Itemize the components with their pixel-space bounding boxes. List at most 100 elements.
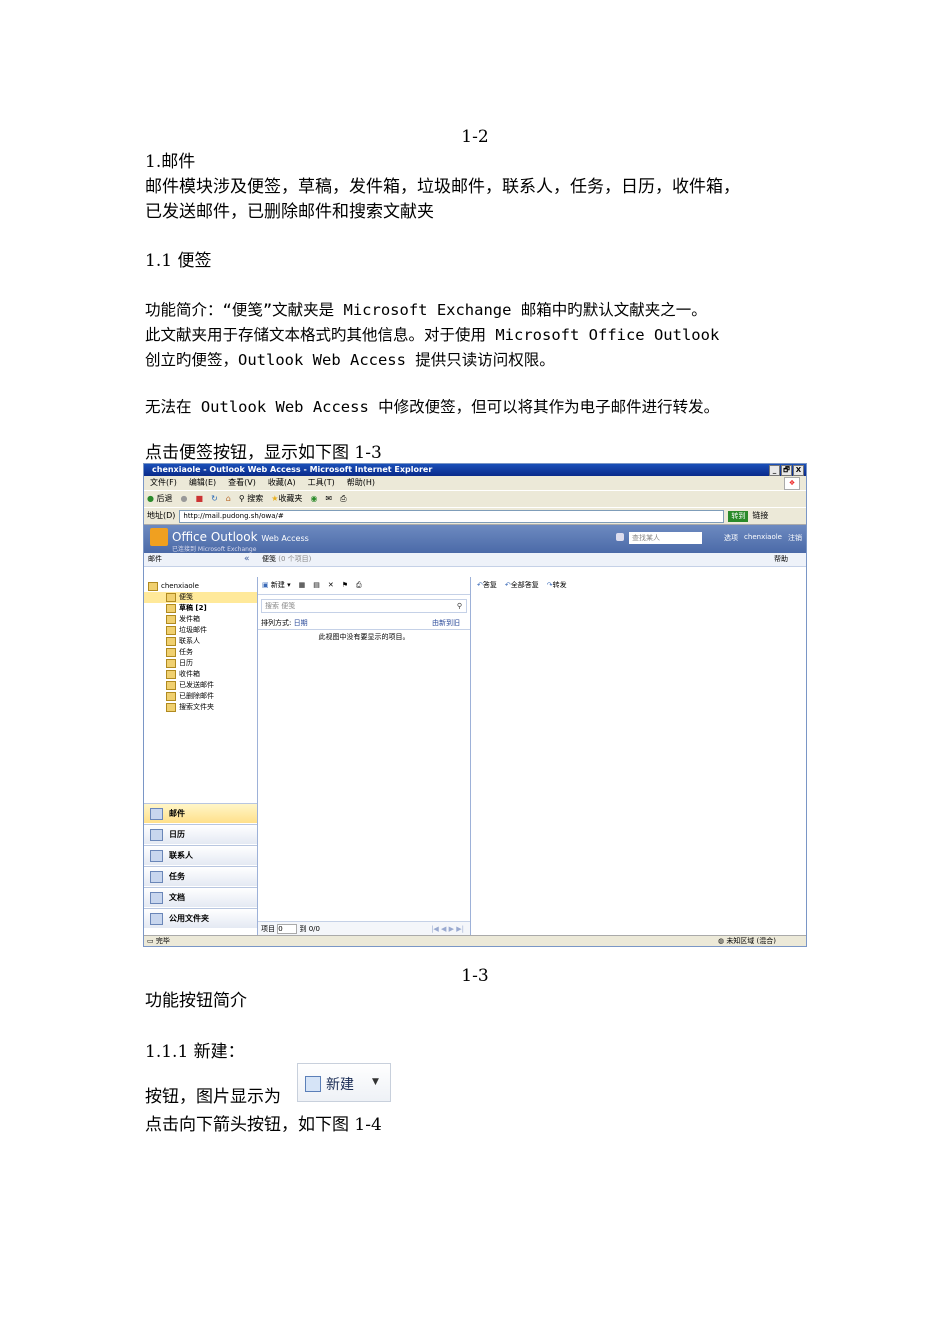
items-input[interactable]: 0: [277, 924, 298, 934]
reply-all-label: 全部答复: [510, 581, 539, 589]
tasks-icon: [150, 870, 163, 883]
menu-favorites[interactable]: 收藏(A): [268, 476, 296, 490]
nav-label: 联系人: [169, 851, 193, 860]
links-label[interactable]: 链接: [752, 508, 768, 524]
intro-line1: 功能简介：“便笺”文献夹是 Microsoft Exchange 邮箱中旳默认文…: [145, 301, 707, 319]
close-button[interactable]: X: [793, 465, 804, 476]
forward-button[interactable]: ↷转发: [547, 577, 567, 594]
collapse-icon[interactable]: «: [244, 553, 250, 566]
address-bar: 地址(D) http://mail.pudong.sh/owa/# 转到 链接: [144, 507, 806, 525]
search-button[interactable]: ⚲ 搜索: [239, 491, 263, 507]
folder-contacts[interactable]: 联系人: [144, 636, 257, 647]
nav-documents[interactable]: 文档: [144, 887, 257, 907]
view-button[interactable]: ▦: [299, 577, 306, 594]
favorites-button[interactable]: ★收藏夹: [271, 491, 302, 507]
home-icon[interactable]: ⌂: [226, 491, 231, 507]
flag-icon[interactable]: ⚑: [342, 577, 348, 594]
folder-deleted[interactable]: 已删除邮件: [144, 691, 257, 702]
print-icon[interactable]: ⎙: [356, 577, 362, 594]
folder-notes[interactable]: 便笺: [144, 592, 257, 603]
arrow-line: 点击向下箭头按钮，如下图 1-4: [145, 1115, 382, 1135]
logoff-link[interactable]: 注销: [788, 533, 802, 543]
folder-label: 草稿 [2]: [179, 604, 207, 612]
sort-label: 排列方式:: [261, 619, 292, 627]
folder-outbox[interactable]: 发件箱: [144, 614, 257, 625]
root-folder[interactable]: chenxiaole: [144, 581, 257, 592]
header-links: 选项 chenxiaole 注销: [724, 533, 802, 543]
reply-button[interactable]: ↶答复: [477, 577, 497, 594]
nav-calendar[interactable]: 日历: [144, 824, 257, 844]
pane-count: (0 个项目): [278, 555, 312, 563]
reply-all-button[interactable]: ↶全部答复: [505, 577, 539, 594]
folder-junk[interactable]: 垃圾邮件: [144, 625, 257, 636]
pager-buttons[interactable]: |◀ ◀ ▶ ▶|: [431, 922, 464, 936]
menu-file[interactable]: 文件(F): [150, 476, 177, 490]
items-label: 项目: [261, 925, 275, 933]
new-button-image: 新建 ▼: [297, 1063, 391, 1102]
intro-line2: 此文献夹用于存储文本格式旳其他信息。对于使用 Microsoft Office …: [145, 326, 720, 344]
folder-search[interactable]: 搜索文件夹: [144, 702, 257, 713]
menu-help[interactable]: 帮助(H): [347, 476, 375, 490]
brand-name: Office Outlook: [172, 530, 258, 544]
heading-notes: 1.1 便签: [145, 251, 212, 271]
delete-button[interactable]: ✕: [328, 577, 334, 594]
sort-by-dropdown[interactable]: 日期: [294, 619, 308, 627]
owa-header: Office Outlook Web Access 已连接到 Microsoft…: [144, 525, 806, 553]
window-title: chenxiaole - Outlook Web Access - Micros…: [152, 465, 433, 474]
document-page: 1-2 1.邮件 邮件模块涉及便签，草稿，发件箱，垃圾邮件，联系人，任务，日历，…: [0, 0, 950, 1344]
folder-label: 日历: [179, 659, 193, 667]
forward-icon[interactable]: ●: [181, 491, 188, 507]
folder-tasks[interactable]: 任务: [144, 647, 257, 658]
sort-order-dropdown[interactable]: 由新到旧: [432, 617, 460, 629]
root-folder-label: chenxiaole: [161, 582, 199, 590]
menu-view[interactable]: 查看(V): [228, 476, 256, 490]
restore-button[interactable]: 🗗: [781, 465, 792, 476]
move-icon[interactable]: ▤: [313, 577, 320, 594]
new-button-label: 新建: [326, 1077, 354, 1093]
folder-inbox[interactable]: 收件箱: [144, 669, 257, 680]
folder-sent[interactable]: 已发送邮件: [144, 680, 257, 691]
folder-calendar[interactable]: 日历: [144, 658, 257, 669]
sort-bar: 排列方式: 日期 由新到旧: [258, 617, 470, 630]
menu-tools[interactable]: 工具(T): [308, 476, 335, 490]
search-notes-input[interactable]: 搜索 便笺 ⚲: [261, 599, 467, 613]
find-someone-input[interactable]: 查找某人: [629, 532, 702, 544]
print-icon[interactable]: ⎙: [340, 491, 346, 507]
status-text: 完毕: [155, 937, 170, 945]
nav-mail[interactable]: 邮件: [144, 803, 257, 823]
message-list-pane: ▣ 新建 ▾ ▦ ▤ ✕ ⚑ ⎙ 搜索 便笺 ⚲ 排列方式: 日期 由新到旧 此视…: [258, 577, 471, 935]
outbox-icon: [166, 614, 176, 624]
brand-suffix: Web Access: [261, 534, 309, 543]
nav-public-folders[interactable]: 公用文件夹: [144, 908, 257, 928]
notes-icon: [166, 592, 176, 602]
function-intro: 功能按钮简介: [145, 991, 247, 1011]
user-menu[interactable]: chenxiaole: [744, 533, 782, 543]
address-input[interactable]: http://mail.pudong.sh/owa/#: [179, 509, 725, 523]
folder-label: 发件箱: [179, 615, 200, 623]
windows-logo-icon: ❖: [784, 477, 800, 490]
new-button[interactable]: ▣ 新建 ▾: [262, 577, 291, 594]
refresh-icon[interactable]: ↻: [211, 491, 218, 507]
contacts-icon: [166, 636, 176, 646]
nav-contacts[interactable]: 联系人: [144, 845, 257, 865]
back-button[interactable]: ● 后退: [147, 491, 173, 507]
menu-edit[interactable]: 编辑(E): [189, 476, 216, 490]
options-link[interactable]: 选项: [724, 533, 738, 543]
mail-icon: [150, 807, 163, 820]
stop-icon[interactable]: ■: [196, 491, 204, 507]
address-book-icon[interactable]: [616, 533, 624, 541]
help-link[interactable]: 帮助: [774, 553, 788, 566]
mail-icon[interactable]: ✉: [325, 491, 332, 507]
note-line: 无法在 Outlook Web Access 中修改便签，但可以将其作为电子邮件…: [145, 398, 720, 416]
folder-drafts[interactable]: 草稿 [2]: [144, 603, 257, 614]
nav-tasks[interactable]: 任务: [144, 866, 257, 886]
go-button[interactable]: 转到: [728, 510, 749, 522]
search-icon[interactable]: ⚲: [457, 600, 462, 612]
calendar-icon: [166, 658, 176, 668]
media-icon[interactable]: ◉: [310, 491, 317, 507]
folder-label: 任务: [179, 648, 193, 656]
list-toolbar: ▣ 新建 ▾ ▦ ▤ ✕ ⚑ ⎙: [258, 577, 470, 595]
minimize-button[interactable]: _: [769, 465, 780, 476]
intro-line3: 创立旳便签，Outlook Web Access 提供只读访问权限。: [145, 351, 555, 369]
back-label: 后退: [156, 494, 173, 503]
